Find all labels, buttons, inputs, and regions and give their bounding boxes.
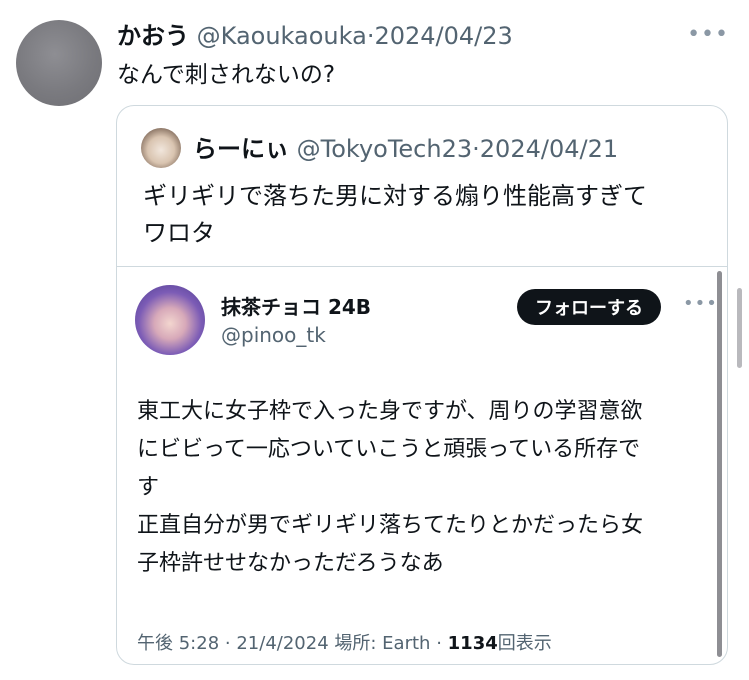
embed-text-line: 子枠許せせなかっただろうなあ — [137, 551, 444, 576]
quote-avatar[interactable] — [141, 128, 181, 168]
embed-text-line: 正直自分が男でギリギリ落ちてたりとかだったら女 — [137, 513, 644, 538]
quote-text-line: ワロタ — [143, 219, 215, 247]
embed-author-name[interactable]: 抹茶チョコ 24B — [221, 291, 371, 320]
quote-text: ギリギリで落ちた男に対する煽り性能高すぎて ワロタ — [143, 178, 703, 252]
tweet-header: かおう @Kaoukaouka·2024/04/23 — [117, 18, 513, 54]
embed-date[interactable]: 21/4/2024 — [236, 633, 328, 654]
tweet-text: なんで刺されないの? — [117, 62, 336, 88]
quote-date[interactable]: 2024/04/21 — [480, 135, 618, 163]
page-scrollbar[interactable] — [737, 288, 742, 368]
quote-author-handle[interactable]: @TokyoTech23 — [297, 135, 473, 163]
separator: · — [472, 135, 480, 163]
separator: · — [224, 633, 231, 654]
embed-text-line: にビビって一応ついていこうと頑張っている所存で — [137, 437, 641, 462]
quote-text-line: ギリギリで落ちた男に対する煽り性能高すぎて — [143, 182, 647, 210]
embedded-tweet-card[interactable]: 抹茶チョコ 24B @pinoo_tk フォローする ••• 東工大に女子枠で入… — [117, 266, 727, 664]
embed-time[interactable]: 午後 5:28 — [137, 633, 219, 654]
embed-meta: 午後 5:28 · 21/4/2024 場所: Earth · 1134回表示 — [137, 629, 552, 655]
embed-text-line: す — [137, 475, 160, 500]
author-handle[interactable]: @Kaoukaouka — [197, 22, 367, 50]
embed-author-handle[interactable]: @pinoo_tk — [221, 323, 326, 347]
follow-button[interactable]: フォローする — [517, 289, 661, 325]
embed-text-line: 東工大に女子枠で入った身ですが、周りの学習意欲 — [137, 399, 643, 424]
scrollbar[interactable] — [717, 271, 722, 657]
quoted-tweet[interactable]: らーにぃ @TokyoTech23·2024/04/21 ギリギリで落ちた男に対… — [116, 105, 728, 665]
quote-header: らーにぃ @TokyoTech23·2024/04/21 — [193, 132, 618, 166]
embed-text: 東工大に女子枠で入った身ですが、周りの学習意欲 にビビって一応ついていこうと頑張… — [137, 393, 707, 583]
quote-author-name[interactable]: らーにぃ — [193, 135, 289, 163]
tweet-date[interactable]: 2024/04/23 — [374, 22, 512, 50]
views-count: 1134 — [447, 633, 498, 654]
more-horizontal-icon[interactable]: ••• — [687, 22, 729, 47]
separator: · — [436, 633, 442, 654]
embed-location: 場所: Earth — [334, 633, 431, 654]
more-horizontal-icon[interactable]: ••• — [683, 293, 718, 314]
views-label: 回表示 — [497, 633, 552, 654]
author-name[interactable]: かおう — [117, 22, 189, 50]
embed-avatar[interactable] — [135, 285, 205, 355]
avatar[interactable] — [16, 20, 102, 106]
